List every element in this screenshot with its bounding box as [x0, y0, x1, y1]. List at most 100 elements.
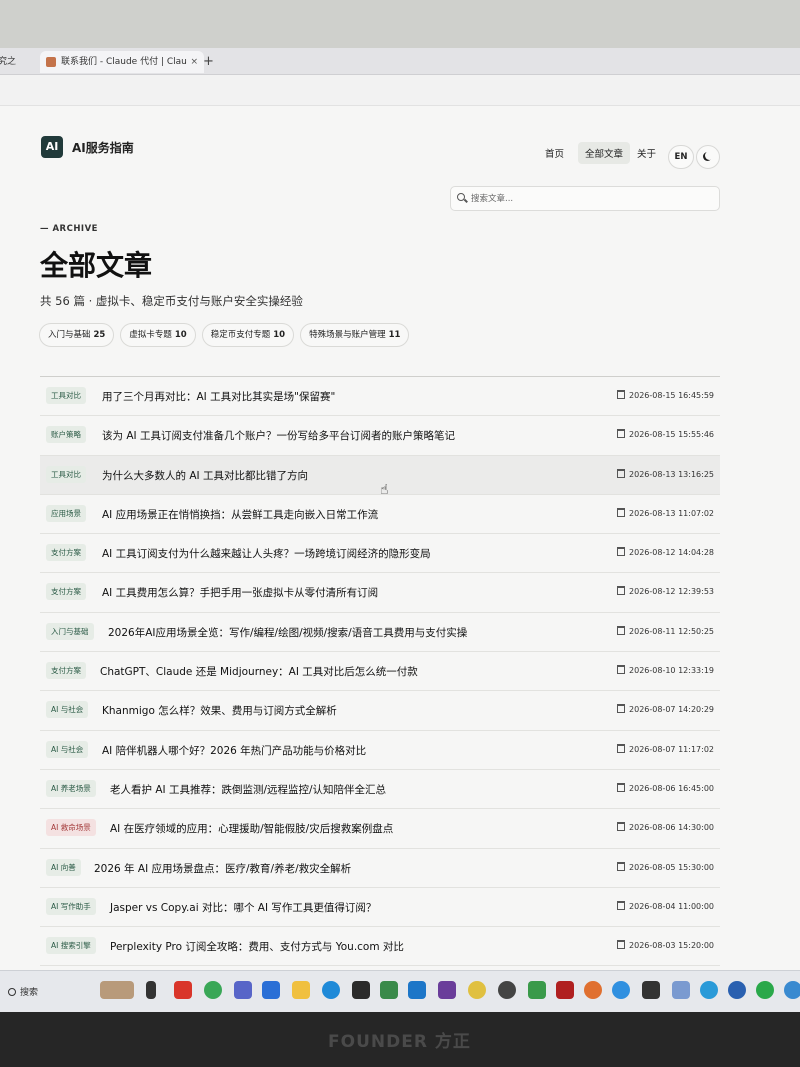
article-tag[interactable]: AI 向善 — [46, 858, 81, 876]
article-title[interactable]: 老人看护 AI 工具推荐：跌倒监测/远程监控/认知陪伴全汇总 — [110, 782, 386, 797]
article-title[interactable]: AI 应用场景正在悄悄换挡：从尝鲜工具走向嵌入日常工作流 — [102, 507, 378, 522]
article-title[interactable]: 该为 AI 工具订阅支付准备几个账户？一份写给多平台订阅者的账户策略笔记 — [102, 428, 455, 443]
article-title[interactable]: ChatGPT、Claude 还是 Midjourney：AI 工具对比后怎么统… — [100, 664, 418, 679]
article-tag[interactable]: AI 搜索引擎 — [46, 937, 96, 955]
article-row[interactable]: AI 救命场景 AI 在医疗领域的应用：心理援助/智能假肢/灾后搜救案例盘点 2… — [40, 809, 720, 849]
terminal-app-icon[interactable] — [352, 981, 370, 999]
notepad-icon[interactable] — [262, 981, 280, 999]
browser-tab-active[interactable]: 联系我们 - Claude 代付 | Clau × — [40, 51, 204, 73]
app-icon[interactable] — [380, 981, 398, 999]
app-icon[interactable] — [234, 981, 252, 999]
article-tag[interactable]: 工具对比 — [46, 387, 86, 404]
filter-count: 10 — [273, 330, 286, 340]
site-logo[interactable]: AI — [41, 136, 63, 158]
article-list: 工具对比 用了三个月再对比：AI 工具对比其实是场"保留赛" 2026-08-1… — [40, 377, 720, 967]
telegram-icon[interactable] — [700, 981, 718, 999]
article-row[interactable]: 工具对比 用了三个月再对比：AI 工具对比其实是场"保留赛" 2026-08-1… — [40, 377, 720, 417]
github-icon[interactable] — [498, 981, 516, 999]
monitor-brand-logo: FOUNDER 方正 — [328, 1032, 471, 1052]
article-tag[interactable]: 应用场景 — [46, 504, 86, 522]
nav-home[interactable]: 首页 — [545, 146, 564, 160]
article-title[interactable]: 2026 年 AI 应用场景盘点：医疗/教育/养老/救灾全解析 — [94, 861, 351, 876]
calendar-icon — [617, 468, 626, 478]
chrome-icon[interactable] — [204, 981, 222, 999]
article-row[interactable]: 支付方案 AI 工具订阅支付为什么越来越让人头疼？一场跨境订阅经济的隐形变局 2… — [40, 534, 720, 574]
article-row[interactable]: AI 养老场景 老人看护 AI 工具推荐：跌倒监测/远程监控/认知陪伴全汇总 2… — [40, 770, 720, 810]
article-tag[interactable]: 工具对比 — [46, 465, 86, 483]
weather-widget-icon[interactable] — [100, 981, 134, 999]
filter-chip[interactable]: 特殊场景与账户管理 11 — [300, 323, 410, 347]
article-row[interactable]: AI 搜索引擎 Perplexity Pro 订阅全攻略：费用、支付方式与 Yo… — [40, 927, 720, 967]
article-tag[interactable]: AI 写作助手 — [46, 897, 96, 915]
filter-count: 10 — [174, 330, 187, 340]
article-title[interactable]: Khanmigo 怎么样？效果、费用与订阅方式全解析 — [102, 703, 337, 718]
app-icon[interactable] — [556, 981, 574, 999]
article-row[interactable]: AI 写作助手 Jasper vs Copy.ai 对比：哪个 AI 写作工具更… — [40, 888, 720, 928]
search-box[interactable] — [450, 186, 720, 211]
taskbar-search[interactable]: 搜索 — [8, 985, 38, 998]
wechat-icon[interactable] — [756, 981, 774, 999]
calendar-icon — [617, 390, 626, 399]
article-tag[interactable]: AI 与社会 — [46, 701, 89, 719]
article-date-text: 2026-08-15 16:45:59 — [629, 391, 714, 400]
new-tab-button[interactable]: + — [203, 51, 214, 73]
ide-icon[interactable] — [438, 981, 456, 999]
article-title[interactable]: Perplexity Pro 订阅全攻略：费用、支付方式与 You.com 对比 — [110, 939, 404, 954]
article-title[interactable]: 2026年AI应用场景全览：写作/编程/绘图/视频/搜索/语音工具费用与支付实操 — [108, 625, 467, 640]
close-tab-icon[interactable]: × — [190, 51, 198, 73]
article-tag[interactable]: AI 救命场景 — [46, 819, 96, 837]
calendar-icon — [617, 861, 626, 871]
nav-about[interactable]: 关于 — [637, 146, 656, 160]
filter-chip[interactable]: 虚拟卡专题 10 — [120, 323, 196, 347]
language-toggle-button[interactable]: EN — [668, 145, 694, 169]
calendar-icon — [617, 743, 626, 753]
article-title[interactable]: Jasper vs Copy.ai 对比：哪个 AI 写作工具更值得订阅？ — [110, 900, 376, 915]
article-tag[interactable]: 支付方案 — [46, 583, 86, 601]
article-title[interactable]: AI 工具订阅支付为什么越来越让人头疼？一场跨境订阅经济的隐形变局 — [102, 546, 431, 561]
search-input[interactable] — [469, 189, 713, 209]
article-title[interactable]: AI 在医疗领域的应用：心理援助/智能假肢/灾后搜救案例盘点 — [110, 821, 393, 836]
nav-all-articles[interactable]: 全部文章 — [578, 142, 631, 164]
article-row[interactable]: AI 向善 2026 年 AI 应用场景盘点：医疗/教育/养老/救灾全解析 20… — [40, 849, 720, 888]
browser-tab[interactable]: 究之 — [0, 51, 32, 73]
app-icon[interactable] — [784, 981, 800, 999]
article-tag[interactable]: 支付方案 — [46, 662, 86, 680]
article-row[interactable]: 支付方案 AI 工具费用怎么算？手把手用一张虚拟卡从零付清所有订阅 2026-0… — [40, 573, 720, 613]
site-title[interactable]: AI服务指南 — [72, 139, 134, 156]
article-date-text: 2026-08-07 11:17:02 — [629, 744, 714, 754]
app-icon[interactable] — [728, 981, 746, 999]
article-row[interactable]: AI 与社会 Khanmigo 怎么样？效果、费用与订阅方式全解析 2026-0… — [40, 691, 720, 731]
article-tag[interactable]: 入门与基础 — [46, 622, 94, 640]
article-date-text: 2026-08-04 11:00:00 — [629, 901, 714, 911]
app-icon[interactable] — [468, 981, 486, 999]
article-tag[interactable]: AI 与社会 — [46, 740, 89, 758]
article-date: 2026-08-05 15:30:00 — [617, 861, 714, 872]
article-title[interactable]: AI 陪伴机器人哪个好？2026 年热门产品功能与价格对比 — [102, 743, 366, 758]
app-icon[interactable] — [584, 981, 602, 999]
calendar-icon — [617, 704, 626, 714]
file-explorer-icon[interactable] — [292, 981, 310, 999]
article-tag[interactable]: AI 养老场景 — [46, 779, 96, 797]
article-title[interactable]: 为什么大多数人的 AI 工具对比都比错了方向 — [102, 468, 308, 483]
article-row[interactable]: 支付方案 ChatGPT、Claude 还是 Midjourney：AI 工具对… — [40, 652, 720, 692]
filter-chip[interactable]: 入门与基础 25 — [39, 323, 115, 347]
article-row[interactable]: AI 与社会 AI 陪伴机器人哪个好？2026 年热门产品功能与价格对比 202… — [40, 731, 720, 770]
app-icon[interactable] — [612, 981, 630, 999]
article-tag[interactable]: 支付方案 — [46, 544, 86, 562]
terminal-icon[interactable] — [642, 981, 660, 999]
article-title[interactable]: AI 工具费用怎么算？手把手用一张虚拟卡从零付清所有订阅 — [102, 585, 378, 600]
article-row[interactable]: 账户策略 该为 AI 工具订阅支付准备几个账户？一份写给多平台订阅者的账户策略笔… — [40, 416, 720, 456]
wps-office-icon[interactable] — [174, 981, 192, 999]
article-title[interactable]: 用了三个月再对比：AI 工具对比其实是场"保留赛" — [102, 389, 335, 404]
article-row[interactable]: 入门与基础 2026年AI应用场景全览：写作/编程/绘图/视频/搜索/语音工具费… — [40, 613, 720, 653]
task-view-icon[interactable] — [146, 981, 156, 999]
theme-toggle-button[interactable] — [696, 145, 720, 169]
filter-chip[interactable]: 稳定币支付专题 10 — [201, 323, 295, 347]
article-row[interactable]: 应用场景 AI 应用场景正在悄悄换挡：从尝鲜工具走向嵌入日常工作流 2026-0… — [40, 495, 720, 535]
edge-icon[interactable] — [322, 981, 340, 999]
article-date-text: 2026-08-12 12:39:53 — [629, 587, 714, 597]
app-icon[interactable] — [672, 981, 690, 999]
article-tag[interactable]: 账户策略 — [46, 426, 86, 444]
app-icon[interactable] — [528, 981, 546, 999]
vscode-icon[interactable] — [408, 981, 426, 999]
